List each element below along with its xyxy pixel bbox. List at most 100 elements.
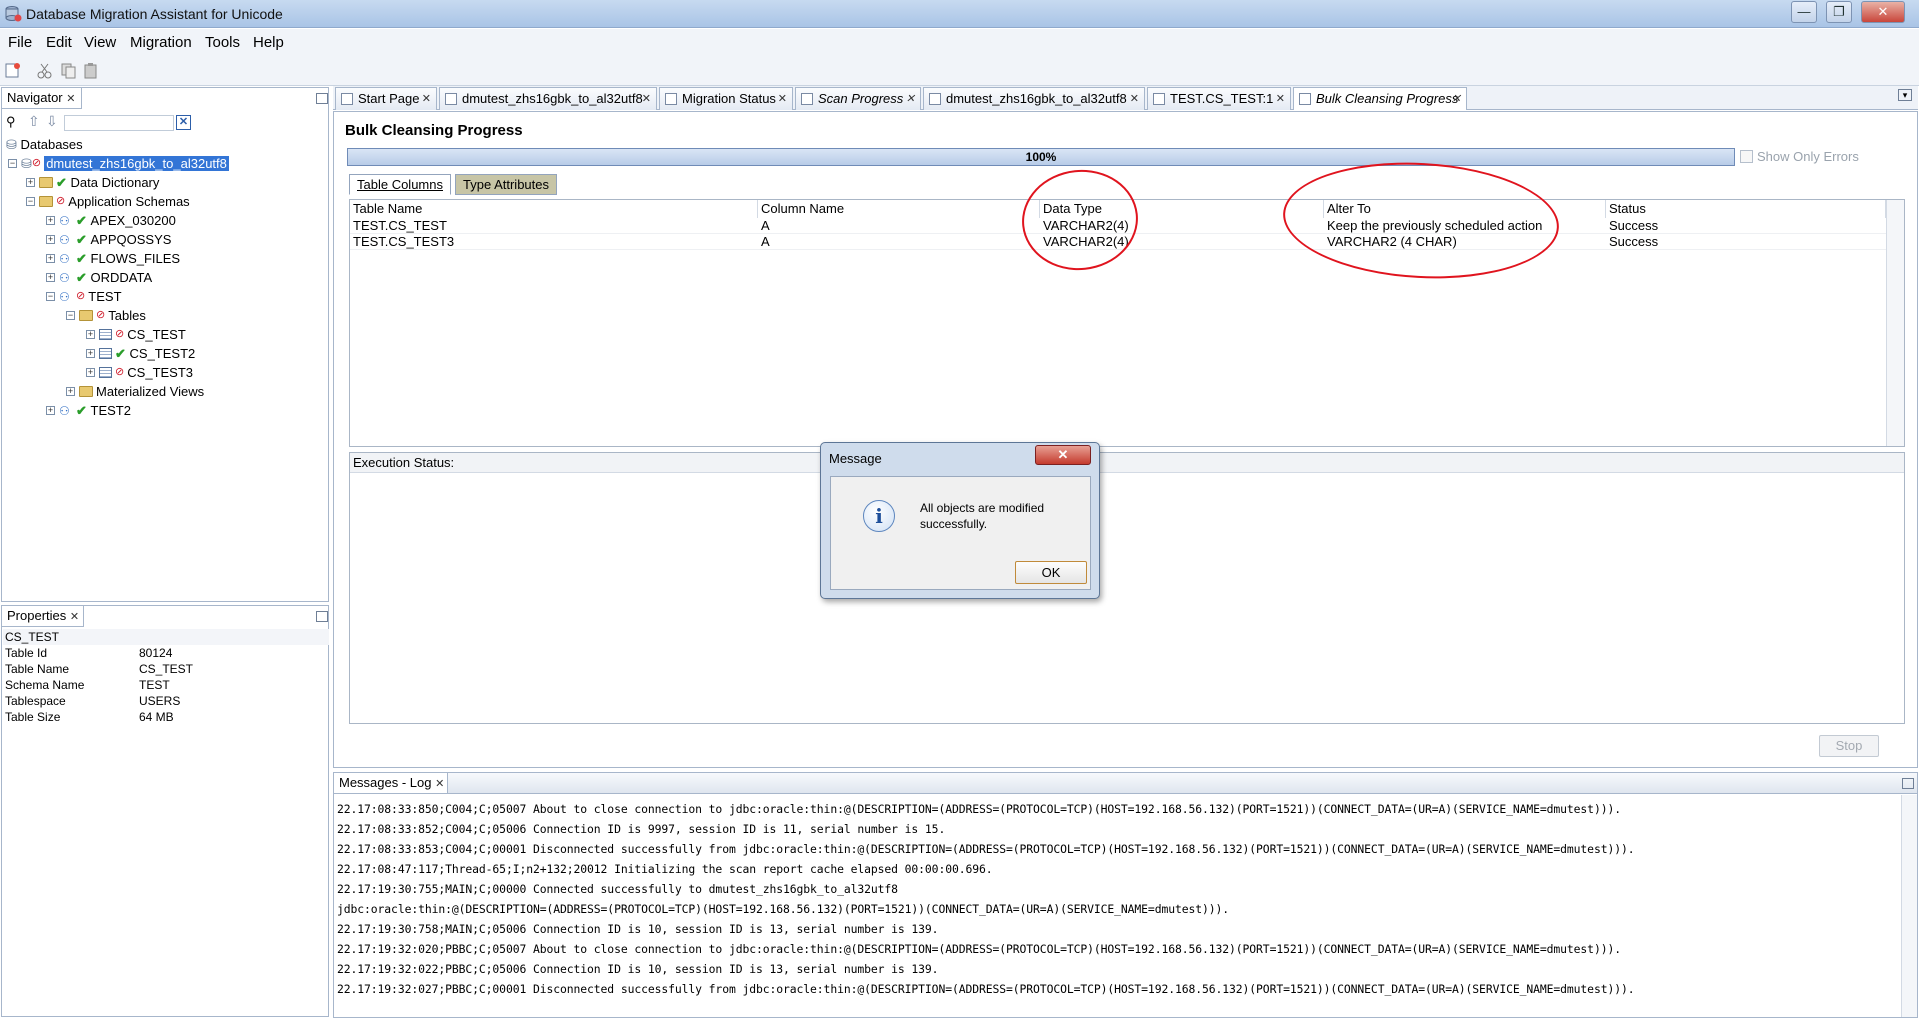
tree-tables[interactable]: − ⊘ Tables [66,305,146,324]
column-header[interactable]: Column Name [758,200,1040,218]
copy-icon[interactable] [60,62,78,79]
tree-schema-flows-files[interactable]: + ⚇ ✔ FLOWS_FILES [46,248,180,267]
dialog-close-button[interactable]: ✕ [1035,445,1091,465]
collapse-icon[interactable]: − [8,159,17,169]
expand-icon[interactable]: + [46,273,55,283]
close-window-button[interactable]: ✕ [1861,1,1905,23]
page-icon [665,93,677,105]
tree-connection[interactable]: − ⛁⊘ dmutest_zhs16gbk_to_al32utf8 [8,153,229,172]
tab-test-cs-test[interactable]: TEST.CS_TEST:1 ✕ [1147,87,1291,110]
tree-schema-apex[interactable]: + ⚇ ✔ APEX_030200 [46,210,176,229]
close-tab-icon[interactable]: ✕ [1276,88,1285,110]
check-icon: ✔ [76,213,91,229]
folder-icon [79,386,93,398]
tab-bulk-cleansing-progress[interactable]: Bulk Cleansing Progress ✕ [1293,87,1467,110]
log-scrollbar[interactable] [1901,795,1917,1017]
cut-icon[interactable] [36,62,54,79]
tab-migration-status[interactable]: Migration Status ✕ [659,87,793,110]
close-tab-icon[interactable]: ✕ [422,88,431,110]
new-connection-icon[interactable] [4,62,22,79]
down-arrow-icon[interactable]: ⇩ [46,113,58,130]
expand-icon[interactable]: + [46,235,55,245]
tree-table-cs-test3[interactable]: + ⊘ CS_TEST3 [86,362,193,381]
tab-list-dropdown-icon[interactable]: ▾ [1898,89,1912,101]
subtab-type-attributes[interactable]: Type Attributes [455,174,557,195]
minimize-panel-icon[interactable] [316,611,328,622]
check-icon: ✔ [76,232,91,248]
tree-data-dictionary[interactable]: + ✔ Data Dictionary [26,172,159,191]
menu-help[interactable]: Help [253,34,284,51]
expand-icon[interactable]: + [26,178,35,188]
paste-icon[interactable] [82,62,100,79]
menu-migration[interactable]: Migration [130,34,192,51]
progress-bar: 100% [347,148,1735,166]
error-icon: ⊘ [76,290,89,303]
menu-tools[interactable]: Tools [205,34,240,51]
clear-filter-icon[interactable]: ✕ [176,115,191,130]
ok-button[interactable]: OK [1015,561,1087,584]
grid-scrollbar[interactable] [1886,200,1904,446]
error-icon: ⊘ [115,366,128,379]
tab-label: dmutest_zhs16gbk_to_al32utf8 [946,91,1127,106]
expand-icon[interactable]: + [46,216,55,226]
expand-icon[interactable]: + [86,368,95,378]
collapse-icon[interactable]: − [66,311,75,321]
title-bar: Database Migration Assistant for Unicode… [0,0,1919,28]
minimize-panel-icon[interactable] [1902,778,1914,789]
tree-materialized-views[interactable]: + Materialized Views [66,381,204,400]
check-icon: ✔ [76,270,91,286]
properties-panel: Properties ✕ CS_TEST Table Id 80124 Table… [1,605,329,1017]
messages-log-tab[interactable]: Messages - Log ✕ [334,773,448,794]
tree-databases[interactable]: ⛁ Databases [6,134,83,153]
collapse-icon[interactable]: − [26,197,35,207]
subtab-table-columns[interactable]: Table Columns [349,174,451,195]
tab-connection-2[interactable]: dmutest_zhs16gbk_to_al32utf8 ✕ [923,87,1145,110]
binoculars-icon[interactable]: ⚲ [6,114,16,130]
schema-icon: ⚇ [59,213,70,228]
navigator-tab[interactable]: Navigator ✕ [2,88,82,109]
up-arrow-icon[interactable]: ⇧ [28,113,40,130]
show-only-errors-checkbox[interactable] [1740,150,1753,163]
tree-application-schemas[interactable]: − ⊘ Application Schemas [26,191,190,210]
tree-label: ORDDATA [90,270,153,286]
expand-icon[interactable]: + [66,387,75,397]
column-header[interactable]: Table Name [350,200,758,218]
tree-label: Data Dictionary [70,175,160,191]
restore-button[interactable]: ❐ [1826,1,1852,23]
stop-button[interactable]: Stop [1819,735,1879,757]
expand-icon[interactable]: + [46,254,55,264]
close-tab-icon[interactable]: ✕ [906,88,915,110]
expand-icon[interactable]: + [86,349,95,359]
tree-schema-orddata[interactable]: + ⚇ ✔ ORDDATA [46,267,152,286]
menu-edit[interactable]: Edit [46,34,72,51]
tree-schema-test[interactable]: − ⚇ ⊘ TEST [46,286,122,305]
close-icon[interactable]: ✕ [435,778,444,790]
minimize-button[interactable]: — [1791,1,1817,23]
tree-schema-appqossys[interactable]: + ⚇ ✔ APPQOSSYS [46,229,171,248]
navigator-filter-input[interactable] [64,115,174,131]
tree-label: Tables [108,308,146,324]
close-tab-icon[interactable]: ✕ [778,88,787,110]
expand-icon[interactable]: + [86,330,95,340]
expand-icon[interactable]: + [46,406,55,416]
tree-table-cs-test2[interactable]: + ✔ CS_TEST2 [86,343,195,362]
tab-connection-1[interactable]: dmutest_zhs16gbk_to_al32utf8 ✕ [439,87,657,110]
log-line: 22.17:08:47:117;Thread-65;I;n2+132;20012… [337,862,993,876]
column-header[interactable]: Status [1606,200,1886,218]
cell-table-name: TEST.CS_TEST3 [353,234,455,249]
close-tab-icon[interactable]: ✕ [642,88,651,110]
menu-file[interactable]: File [8,34,32,51]
close-icon[interactable]: ✕ [66,93,75,105]
close-icon[interactable]: ✕ [70,611,79,623]
tree-schema-test2[interactable]: + ⚇ ✔ TEST2 [46,400,131,419]
tab-scan-progress[interactable]: Scan Progress ✕ [795,87,921,110]
tree-label-selected: dmutest_zhs16gbk_to_al32utf8 [44,156,229,172]
menu-view[interactable]: View [84,34,116,51]
collapse-icon[interactable]: − [46,292,55,302]
tab-start-page[interactable]: Start Page ✕ [335,87,437,110]
close-tab-icon[interactable]: ✕ [1452,88,1461,110]
close-tab-icon[interactable]: ✕ [1130,88,1139,110]
tree-table-cs-test[interactable]: + ⊘ CS_TEST [86,324,186,343]
minimize-panel-icon[interactable] [316,93,328,104]
properties-tab[interactable]: Properties ✕ [2,606,84,627]
